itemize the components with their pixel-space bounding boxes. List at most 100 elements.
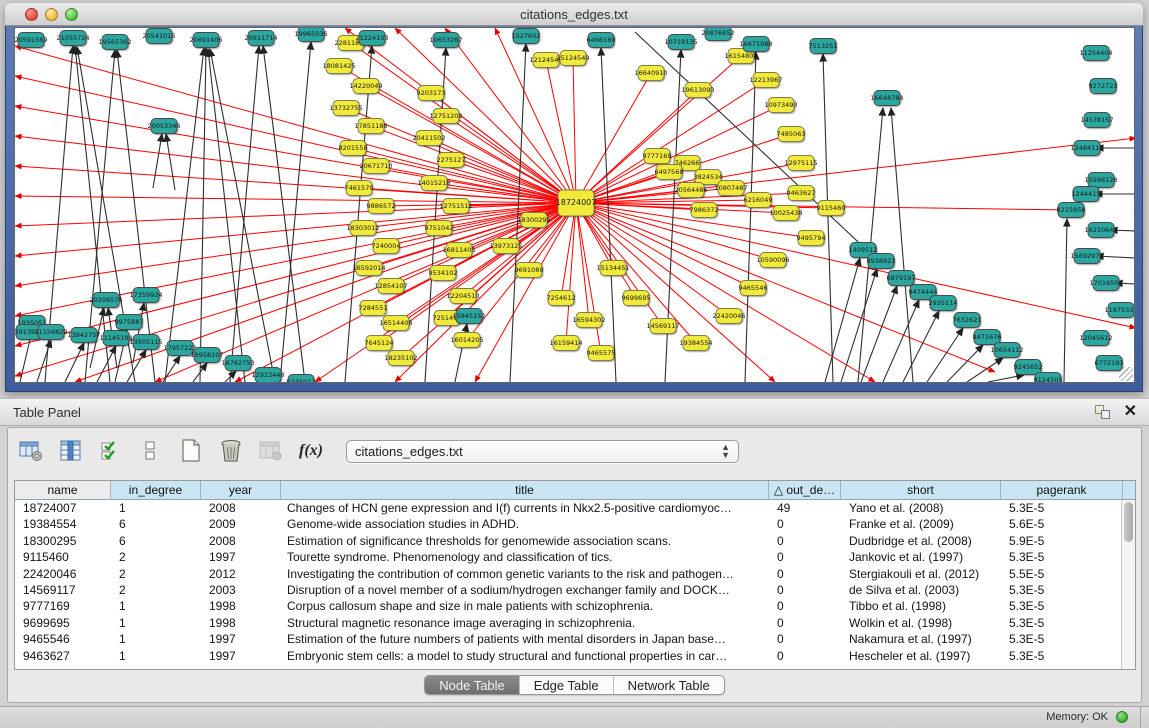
table-vertical-scrollbar[interactable]	[1121, 500, 1135, 669]
citation-edge-black[interactable]	[891, 108, 913, 382]
table-cell[interactable]: Estimation of significance thresholds fo…	[281, 533, 769, 549]
table-cell[interactable]: 1998	[201, 598, 281, 614]
table-cell[interactable]: 1997	[201, 549, 281, 565]
table-row[interactable]: 1456911722003Disruption of a novel membe…	[15, 582, 1135, 598]
graph-node[interactable]: 9534102	[429, 266, 458, 281]
graph-node[interactable]: 7513251	[809, 39, 838, 54]
graph-node[interactable]: 20541015	[142, 29, 175, 44]
table-cell[interactable]: Estimation of the future numbers of pati…	[281, 631, 769, 647]
graph-node[interactable]: 7986372	[690, 203, 719, 218]
graph-node[interactable]: 13732755	[329, 101, 362, 116]
graph-node[interactable]: 12204510	[446, 289, 479, 304]
graph-node[interactable]: 16671988	[739, 37, 772, 52]
table-row[interactable]: 946362711997Embryonic stem cells: a mode…	[15, 648, 1135, 664]
column-header-name[interactable]: name	[15, 481, 111, 499]
graph-node[interactable]: 7461570	[345, 181, 374, 196]
table-cell[interactable]: 9777169	[15, 598, 111, 614]
graph-node[interactable]: 19965036	[294, 28, 327, 42]
table-cell[interactable]: 0	[769, 549, 841, 565]
graph-node[interactable]: 21224103	[355, 31, 388, 46]
create-column-icon[interactable]	[178, 438, 204, 464]
graph-node[interactable]: 10653287	[429, 33, 462, 48]
scrollbar-thumb[interactable]	[1124, 502, 1133, 542]
citation-edge-black[interactable]	[883, 300, 919, 382]
graph-node[interactable]: 16648784	[870, 91, 903, 106]
graph-node[interactable]: 13942757	[67, 328, 100, 343]
graph-node[interactable]: 14578157	[1080, 113, 1113, 128]
table-cell[interactable]: Stergiakouli et al. (2012)	[841, 566, 1001, 582]
graph-node[interactable]: 12045612	[1079, 331, 1112, 346]
table-cell[interactable]: 5.3E-5	[1001, 615, 1123, 631]
table-cell[interactable]: 0	[769, 648, 841, 664]
table-cell[interactable]: 5.3E-5	[1001, 598, 1123, 614]
citation-edge-red[interactable]	[573, 58, 576, 203]
citation-edge-black[interactable]	[988, 375, 1024, 382]
graph-node[interactable]: 8215958	[1057, 203, 1086, 218]
citation-edge-red[interactable]	[15, 46, 576, 203]
citation-edge-black[interactable]	[601, 48, 616, 382]
graph-node[interactable]: 16210643	[1084, 223, 1117, 238]
graph-node[interactable]: 19384554	[679, 336, 712, 351]
graph-node[interactable]: 17016504	[1089, 276, 1122, 291]
graph-node[interactable]: 7240004	[372, 239, 401, 254]
graph-node[interactable]: 17851188	[354, 119, 387, 134]
graph-node[interactable]: 8751042	[425, 221, 454, 236]
graph-node[interactable]: 17359924	[129, 288, 162, 303]
table-cell[interactable]: 6	[111, 516, 201, 532]
table-mode-icon[interactable]	[18, 438, 44, 464]
citation-edge-black[interactable]	[133, 303, 144, 363]
column-header-title[interactable]: title	[281, 481, 769, 499]
graph-node[interactable]: 15998128	[1084, 173, 1117, 188]
window-titlebar[interactable]: citations_edges.txt	[5, 3, 1143, 26]
table-cell[interactable]: Disruption of a novel member of a sodium…	[281, 582, 769, 598]
citation-edge-red[interactable]	[366, 86, 576, 203]
graph-node[interactable]: 10807487	[714, 181, 747, 196]
table-cell[interactable]: Wolkin et al. (1998)	[841, 615, 1001, 631]
table-cell[interactable]: 5.3E-5	[1001, 582, 1123, 598]
table-cell[interactable]: 1998	[201, 615, 281, 631]
graph-node[interactable]: 12213967	[749, 73, 782, 88]
graph-node[interactable]: 16594302	[572, 313, 605, 328]
citation-edge-black[interactable]	[947, 345, 983, 382]
network-canvas[interactable]: 2281184518081425142200491373275517851188…	[14, 27, 1135, 383]
table-cell[interactable]: 2	[111, 566, 201, 582]
graph-node[interactable]: 20053346	[147, 119, 180, 134]
graph-node[interactable]: 10973493	[764, 98, 797, 113]
citation-edge-black[interactable]	[861, 286, 897, 382]
unselect-columns-icon[interactable]	[138, 438, 164, 464]
table-cell[interactable]: 22420046	[15, 566, 111, 582]
table-select-dropdown[interactable]: citations_edges.txt ▲▼	[346, 440, 739, 463]
citation-edge-black[interactable]	[927, 328, 963, 382]
graph-node[interactable]: 9463627	[787, 186, 816, 201]
citation-edge-black[interactable]	[745, 52, 756, 382]
graph-node[interactable]: 10025438	[769, 206, 802, 221]
graph-node[interactable]: 16514408	[379, 316, 412, 331]
graph-node[interactable]: 14569117	[646, 319, 679, 334]
graph-node[interactable]: 20911714	[244, 31, 277, 46]
table-row[interactable]: 969969511998Structural magnetic resonanc…	[15, 615, 1135, 631]
table-cell[interactable]: 18300295	[15, 533, 111, 549]
citation-edge-red[interactable]	[576, 73, 651, 203]
table-cell[interactable]: 0	[769, 615, 841, 631]
graph-node[interactable]: 9465575	[587, 346, 616, 361]
table-cell[interactable]: 6	[111, 533, 201, 549]
graph-node[interactable]: 7485063	[777, 127, 806, 142]
graph-node[interactable]: 18235102	[384, 351, 417, 366]
graph-hub-node[interactable]: 18724007	[556, 190, 597, 216]
table-cell[interactable]: 2008	[201, 533, 281, 549]
graph-node[interactable]: 9272723	[1089, 79, 1118, 94]
graph-node[interactable]: 9203173	[417, 86, 446, 101]
graph-node[interactable]: 20876852	[701, 28, 734, 41]
show-columns-icon[interactable]	[58, 438, 84, 464]
graph-node[interactable]: 6497568	[655, 165, 684, 180]
graph-node[interactable]: 20691406	[189, 33, 222, 48]
graph-node[interactable]: 13973125	[489, 239, 522, 254]
citation-edge-red[interactable]	[576, 203, 773, 260]
table-cell[interactable]: 9115460	[15, 549, 111, 565]
delete-column-icon[interactable]	[218, 438, 244, 464]
select-all-columns-icon[interactable]	[98, 438, 124, 464]
table-cell[interactable]: 2	[111, 582, 201, 598]
table-cell[interactable]: Structural magnetic resonance image aver…	[281, 615, 769, 631]
table-cell[interactable]: 9699695	[15, 615, 111, 631]
table-row[interactable]: 2242004622012Investigating the contribut…	[15, 566, 1135, 582]
